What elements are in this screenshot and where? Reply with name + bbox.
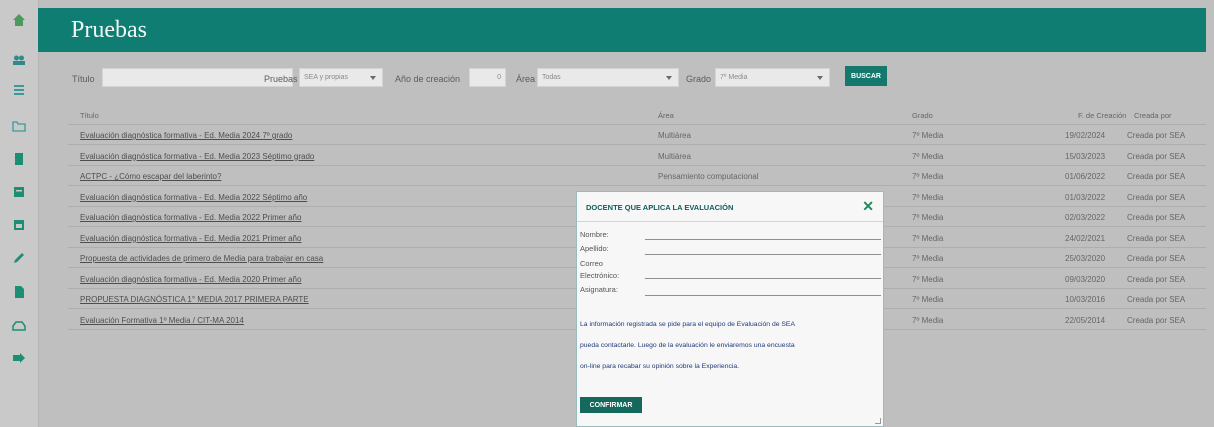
row-grado: 7º Media [912, 274, 944, 284]
header-fecha[interactable]: F. de Creación [1078, 111, 1126, 120]
row-area: Multiárea [658, 151, 691, 161]
area-label: Área [516, 74, 536, 84]
header-grado[interactable]: Grado [912, 111, 933, 120]
row-creada: Creada por SEA [1127, 192, 1186, 202]
row-creada: Creada por SEA [1127, 131, 1186, 140]
row-title-link[interactable]: Evaluación diagnóstica formativa - Ed. M… [80, 234, 301, 243]
modal-title: DOCENTE QUE APLICA LA EVALUACIÓN [586, 203, 734, 212]
row-creada: Creada por SEA [1127, 151, 1186, 161]
row-fecha: 01/03/2022 [1065, 192, 1106, 202]
row-fecha: 25/03/2020 [1065, 254, 1106, 263]
row-area: Pensamiento computacional [658, 172, 759, 181]
row-grado: 7º Media [912, 192, 944, 202]
row-fecha: 09/03/2020 [1065, 274, 1106, 284]
file-icon[interactable] [11, 284, 27, 300]
header-area[interactable]: Área [658, 111, 674, 120]
list-icon[interactable] [11, 82, 27, 98]
row-title-link[interactable]: Evaluación diagnóstica formativa - Ed. M… [80, 152, 314, 161]
apellido-label: Apellido: [580, 244, 609, 253]
info-line-1: La información registrada se pide para e… [580, 321, 795, 328]
sidebar [0, 0, 39, 427]
row-area: Multiárea [658, 131, 691, 140]
header-divider [68, 124, 1206, 125]
page-header: Pruebas [38, 8, 1206, 52]
row-fecha: 15/03/2023 [1065, 151, 1106, 161]
row-fecha: 02/03/2022 [1065, 213, 1106, 222]
row-fecha: 19/02/2024 [1065, 131, 1106, 140]
folder-icon[interactable] [11, 118, 27, 134]
row-title-link[interactable]: PROPUESTA DIAGNÓSTICA 1° MEDIA 2017 PRIM… [80, 295, 309, 304]
filter-bar: Título Pruebas SEA y propias Año de crea… [38, 60, 1206, 96]
apellido-field[interactable] [645, 254, 881, 255]
row-title-link[interactable]: Evaluación diagnóstica formativa - Ed. M… [80, 275, 301, 284]
book-icon[interactable] [11, 151, 27, 167]
row-title-link[interactable]: Evaluación diagnóstica formativa - Ed. M… [80, 213, 301, 222]
pencil-icon[interactable] [11, 250, 27, 266]
header-titulo[interactable]: Título [80, 111, 99, 120]
pruebas-select[interactable]: SEA y propias [299, 68, 383, 87]
inbox-icon[interactable] [11, 318, 27, 334]
electronico-label: Electrónico: [580, 271, 620, 280]
nombre-field[interactable] [645, 239, 881, 240]
export-icon[interactable] [11, 350, 27, 366]
row-grado: 7º Media [912, 295, 944, 304]
row-creada: Creada por SEA [1127, 213, 1186, 222]
header-creada[interactable]: Creada por [1134, 111, 1172, 120]
row-title-link[interactable]: ACTPC - ¿Cómo escapar del laberinto? [80, 172, 221, 181]
archive-icon[interactable] [11, 184, 27, 200]
row-title-link[interactable]: Propuesta de actividades de primero de M… [80, 254, 323, 263]
row-grado: 7º Media [912, 213, 944, 222]
row-fecha: 24/02/2021 [1065, 233, 1106, 243]
modal-divider [577, 221, 883, 222]
row-fecha: 01/06/2022 [1065, 172, 1106, 181]
row-grado: 7º Media [912, 131, 944, 140]
grado-label: Grado [686, 74, 712, 84]
correo-label: Correo [580, 259, 603, 268]
row-grado: 7º Media [912, 172, 944, 181]
info-line-3: on-line para recabar su opinión sobre la… [580, 363, 740, 370]
grado-select[interactable]: 7º Media [715, 68, 830, 87]
nombre-label: Nombre: [580, 230, 609, 239]
row-divider [68, 185, 1206, 186]
row-title-link[interactable]: Evaluación diagnóstica formativa - Ed. M… [80, 193, 307, 202]
info-line-2: pueda contactarle. Luego de la evaluació… [580, 342, 795, 349]
correo-field[interactable] [645, 278, 881, 279]
close-icon[interactable]: ✕ [862, 198, 874, 215]
home-icon[interactable] [11, 12, 27, 28]
row-grado: 7º Media [912, 151, 944, 161]
pruebas-label: Pruebas [264, 74, 298, 84]
row-creada: Creada por SEA [1127, 315, 1186, 325]
row-fecha: 22/05/2014 [1065, 315, 1106, 325]
row-creada: Creada por SEA [1127, 233, 1186, 243]
row-fecha: 10/03/2016 [1065, 295, 1106, 304]
page-title: Pruebas [71, 17, 147, 43]
teacher-modal: DOCENTE QUE APLICA LA EVALUACIÓN ✕ Nombr… [576, 191, 884, 427]
titulo-label: Título [72, 74, 95, 84]
anio-label: Año de creación [395, 74, 461, 84]
row-title-link[interactable]: Evaluación Formativa 1º Media / CIT-MA 2… [80, 316, 244, 325]
resize-handle[interactable] [875, 418, 881, 424]
row-creada: Creada por SEA [1127, 295, 1186, 304]
row-title-link[interactable]: Evaluación diagnóstica formativa - Ed. M… [80, 131, 292, 140]
row-creada: Creada por SEA [1127, 172, 1186, 181]
buscar-button[interactable]: BUSCAR [845, 66, 887, 86]
row-grado: 7º Media [912, 233, 944, 243]
calendar-icon[interactable] [11, 217, 27, 233]
anio-input[interactable]: 0 [469, 68, 506, 87]
row-creada: Creada por SEA [1127, 254, 1186, 263]
row-grado: 7º Media [912, 254, 944, 263]
row-divider [68, 144, 1206, 145]
confirm-button[interactable]: CONFIRMAR [580, 397, 642, 413]
asignatura-field[interactable] [645, 295, 881, 296]
row-creada: Creada por SEA [1127, 274, 1186, 284]
row-grado: 7º Media [912, 315, 944, 325]
users-icon[interactable] [11, 52, 27, 68]
area-select[interactable]: Todas [537, 68, 679, 87]
asignatura-label: Asignatura: [580, 285, 618, 294]
row-divider [68, 164, 1206, 166]
